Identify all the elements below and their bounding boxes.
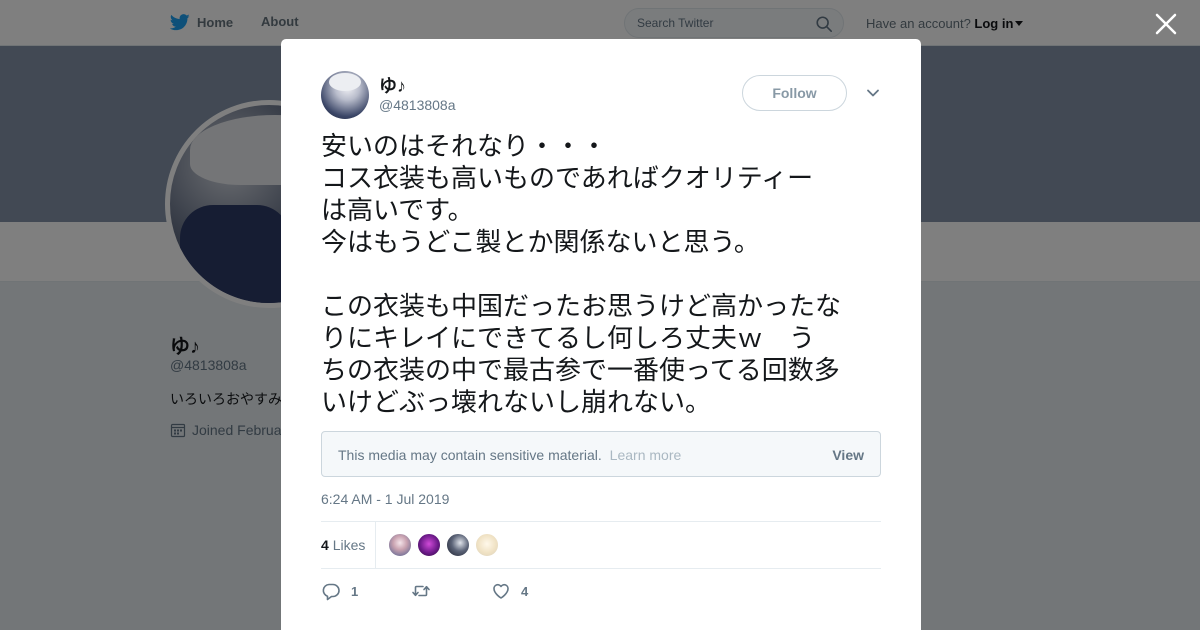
tweet-text: 安いのはそれなり・・・ コス衣装も高いものであればクオリティー は高いです。 今…	[321, 131, 886, 419]
chevron-down-icon[interactable]	[866, 86, 880, 100]
view-media-button[interactable]: View	[832, 447, 864, 463]
tweet-stats: 4 Likes	[321, 521, 881, 569]
tweet-actions: 1 4	[321, 581, 528, 601]
close-icon[interactable]	[1154, 12, 1178, 36]
tweet-text-line: 今はもうどこ製とか関係ないと思う。	[321, 228, 760, 258]
sensitive-media-notice: This media may contain sensitive materia…	[321, 431, 881, 477]
stat-divider	[375, 522, 376, 569]
liker-avatar[interactable]	[417, 533, 441, 557]
liker-avatar[interactable]	[388, 533, 412, 557]
tweet-text-line: 安いのはそれなり・・・	[321, 132, 608, 162]
tweet-text-line: いけどぶっ壊れないし崩れない。	[321, 388, 712, 418]
heart-icon	[493, 583, 509, 599]
tweet-timestamp[interactable]: 6:24 AM - 1 Jul 2019	[321, 491, 449, 507]
tweet-text-line: この衣装も中国だったお思うけど高かったな	[321, 292, 842, 322]
reply-button[interactable]: 1	[321, 581, 411, 601]
tweet-text-line: りにキレイにできてるし何しろ丈夫ｗ う	[321, 324, 816, 354]
like-count: 4	[521, 583, 529, 599]
avatar[interactable]	[321, 71, 369, 119]
retweet-button[interactable]	[411, 581, 491, 601]
tweet-text-line: ちの衣装の中で最古参で一番使ってる回数多	[321, 356, 840, 386]
follow-button[interactable]: Follow	[742, 75, 847, 111]
tweet-modal: ゆ♪ @4813808a Follow 安いのはそれなり・・・ コス衣装も高いも…	[281, 39, 921, 630]
likes-stat[interactable]: 4 Likes	[321, 537, 365, 553]
tweet-display-name[interactable]: ゆ♪	[379, 72, 406, 98]
likes-count: 4	[321, 537, 329, 553]
reply-count: 1	[351, 583, 359, 599]
tweet-text-line: コス衣装も高いものであればクオリティー	[321, 164, 814, 194]
likes-label: Likes	[332, 537, 366, 553]
reply-icon	[322, 583, 340, 601]
tweet-handle[interactable]: @4813808a	[379, 97, 456, 113]
like-button[interactable]: 4	[491, 581, 528, 601]
learn-more-link[interactable]: Learn more	[610, 447, 682, 463]
sensitive-notice-message: This media may contain sensitive materia…	[338, 447, 602, 463]
tweet-text-line: は高いです。	[321, 196, 474, 226]
liker-avatar[interactable]	[475, 533, 499, 557]
tweet-text-line	[321, 259, 886, 291]
liker-avatar[interactable]	[446, 533, 470, 557]
retweet-icon	[412, 585, 430, 597]
likers-list	[388, 533, 504, 557]
sensitive-notice-text: This media may contain sensitive materia…	[338, 447, 681, 463]
